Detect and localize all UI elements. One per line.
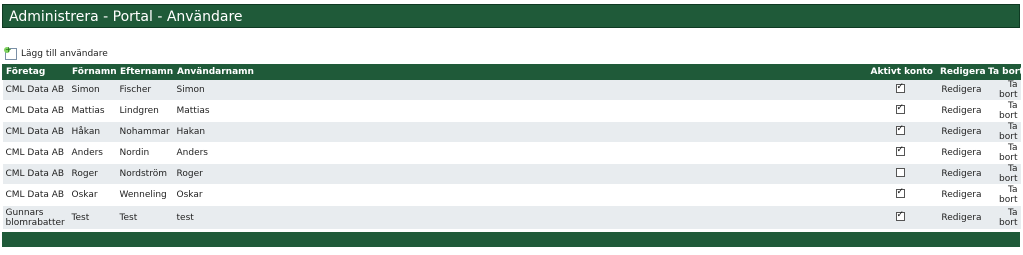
cell-active [863,100,937,122]
active-account-checkbox[interactable] [895,82,905,93]
active-account-checkbox[interactable] [895,145,905,156]
column-header-lastname: Efternamn [116,64,174,80]
cell-username: Simon [173,79,864,101]
cell-firstname: Håkan [68,121,117,143]
cell-lastname: Wenneling [116,184,174,206]
cell-company: CML Data AB [2,184,69,206]
cell-company: CML Data AB [2,142,69,164]
cell-active [863,163,937,185]
cell-username: Mattias [173,100,864,122]
column-header-firstname: Förnamn [68,64,117,80]
delete-link[interactable]: Ta bort [984,100,1021,122]
cell-username: Roger [173,163,864,185]
cell-username: test [173,205,864,229]
edit-link[interactable]: Redigera [936,100,985,122]
table-row: CML Data ABHåkanNohammarHakan RedigeraTa … [2,121,1021,143]
add-user-link[interactable]: Lägg till användare [21,49,108,59]
edit-link[interactable]: Redigera [936,205,985,229]
table-row: CML Data ABAndersNordinAndersRedigeraTa … [2,142,1021,164]
active-account-checkbox[interactable] [895,124,905,135]
cell-active [863,205,937,229]
delete-link[interactable]: Ta bort [984,163,1021,185]
column-header-username: Användarnamn [173,64,864,80]
active-account-checkbox[interactable] [895,168,905,177]
cell-company: CML Data AB [2,79,69,101]
active-account-checkbox[interactable] [895,187,905,198]
cell-active [863,79,937,101]
cell-active [863,142,937,164]
table-row: Gunnars blomrabatterTestTesttestRedigera… [2,205,1021,229]
add-user-icon[interactable] [4,45,17,60]
table-footer-bar [2,232,1020,247]
cell-company: CML Data AB [2,163,69,185]
delete-link[interactable]: Ta bort [984,184,1021,206]
delete-link[interactable]: Ta bort [984,142,1021,164]
table-row: CML Data ABMattiasLindgrenMattiasRediger… [2,100,1021,122]
table-row: CML Data ABSimonFischerSimonRedigeraTa b… [2,79,1021,101]
edit-link[interactable]: Redigera [936,121,985,143]
cell-lastname: Nordström [116,163,174,185]
delete-link[interactable]: Ta bort [984,79,1021,101]
delete-link[interactable]: Ta bort [984,121,1021,143]
cell-username: Hakan [173,121,864,143]
cell-firstname: Simon [68,79,117,101]
edit-link[interactable]: Redigera [936,163,985,185]
edit-link[interactable]: Redigera [936,79,985,101]
edit-link[interactable]: Redigera [936,184,985,206]
column-header-active: Aktivt konto [863,64,937,80]
cell-company: Gunnars blomrabatter [2,205,69,229]
cell-username: Anders [173,142,864,164]
cell-firstname: Roger [68,163,117,185]
page-title: Administrera - Portal - Användare [2,4,1020,28]
page: Administrera - Portal - Användare Lägg t… [0,0,1023,255]
cell-company: CML Data AB [2,121,69,143]
toolbar: Lägg till användare [4,45,108,62]
cell-firstname: Anders [68,142,117,164]
cell-firstname: Mattias [68,100,117,122]
cell-username: Oskar [173,184,864,206]
active-account-checkbox[interactable] [895,103,905,114]
active-account-checkbox[interactable] [895,210,905,221]
cell-lastname: Lindgren [116,100,174,122]
table-row: CML Data ABOskarWennelingOskarRedigeraTa… [2,184,1021,206]
edit-link[interactable]: Redigera [936,142,985,164]
cell-lastname: Test [116,205,174,229]
cell-firstname: Oskar [68,184,117,206]
delete-link[interactable]: Ta bort [984,205,1021,229]
cell-active [863,184,937,206]
column-header-company: Företag [2,64,69,80]
cell-lastname: Nohammar [116,121,174,143]
column-header-edit: Redigera [936,64,986,80]
cell-lastname: Nordin [116,142,174,164]
cell-company: CML Data AB [2,100,69,122]
cell-lastname: Fischer [116,79,174,101]
users-table: Företag Förnamn Efternamn Användarnamn A… [2,64,1023,229]
cell-firstname: Test [68,205,117,229]
cell-active [863,121,937,143]
table-header-row: Företag Förnamn Efternamn Användarnamn A… [2,64,1023,80]
table-row: CML Data AB Roger Nordström Roger Redigera Ta… [2,163,1021,185]
column-header-delete: Ta bort [984,64,1023,80]
